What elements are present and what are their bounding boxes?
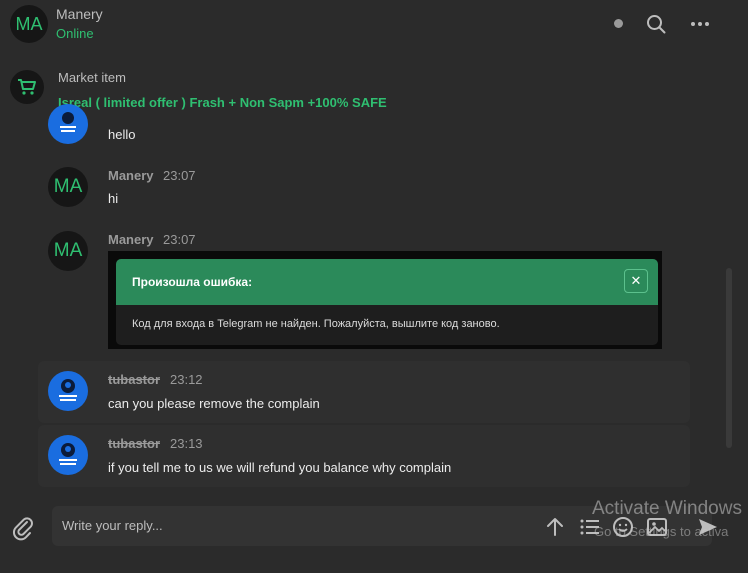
messages-scrollbar[interactable] xyxy=(726,40,732,500)
message-time: 23:07 xyxy=(163,232,196,247)
user-avatar[interactable] xyxy=(48,104,88,144)
message-time: 23:12 xyxy=(170,372,203,387)
close-icon: ✕ xyxy=(624,269,648,293)
message-text: hi xyxy=(108,191,119,206)
search-icon[interactable] xyxy=(645,13,667,35)
message-item: tubastor 23:13 if you tell me to us we w… xyxy=(38,425,690,487)
paperclip-icon[interactable] xyxy=(10,515,36,541)
image-attachment[interactable]: Произошла ошибка: ✕ Код для входа в Tele… xyxy=(108,251,662,349)
error-dialog: Произошла ошибка: ✕ Код для входа в Tele… xyxy=(116,259,658,345)
status-dot-icon[interactable] xyxy=(614,19,623,28)
message-author[interactable]: tubastor xyxy=(108,436,160,451)
market-item-title[interactable]: Isreal ( limited offer ) Frash + Non Sap… xyxy=(58,95,387,110)
message-item: MA Manery 23:07 hi xyxy=(38,160,690,220)
shopping-cart-icon xyxy=(10,70,44,104)
user-avatar[interactable] xyxy=(48,371,88,411)
activate-windows-watermark: Activate Windows xyxy=(592,498,742,519)
market-item-label: Market item xyxy=(58,70,126,85)
message-time: 23:13 xyxy=(170,436,203,451)
error-title: Произошла ошибка: xyxy=(132,275,253,289)
message-text: can you please remove the complain xyxy=(108,396,320,411)
user-avatar[interactable]: MA xyxy=(48,167,88,207)
error-message: Код для входа в Telegram не найден. Пожа… xyxy=(132,318,500,330)
message-author[interactable]: tubastor xyxy=(108,372,160,387)
chat-header: MA Manery Online xyxy=(0,0,748,50)
contact-status: Online xyxy=(56,26,94,41)
message-time: 23:07 xyxy=(163,168,196,183)
message-author[interactable]: Manery xyxy=(108,232,154,247)
arrow-up-icon[interactable] xyxy=(543,515,567,539)
message-item: tubastor 23:12 can you please remove the… xyxy=(38,361,690,423)
error-dialog-header: Произошла ошибка: ✕ xyxy=(116,259,658,305)
scrollbar-thumb[interactable] xyxy=(726,268,732,448)
reply-input[interactable] xyxy=(62,518,522,533)
user-avatar[interactable]: MA xyxy=(48,231,88,271)
activate-windows-hint: Go to Settings to activa xyxy=(594,524,729,539)
message-item: hello xyxy=(38,104,690,152)
message-text: if you tell me to us we will refund you … xyxy=(108,460,452,475)
contact-name[interactable]: Manery xyxy=(56,6,103,22)
more-options-icon[interactable] xyxy=(689,13,711,35)
user-avatar[interactable] xyxy=(48,435,88,475)
message-text: hello xyxy=(108,127,136,142)
message-author[interactable]: Manery xyxy=(108,168,154,183)
market-item-bar[interactable]: Market item Isreal ( limited offer ) Fra… xyxy=(0,58,748,118)
contact-avatar[interactable]: MA xyxy=(10,5,48,43)
